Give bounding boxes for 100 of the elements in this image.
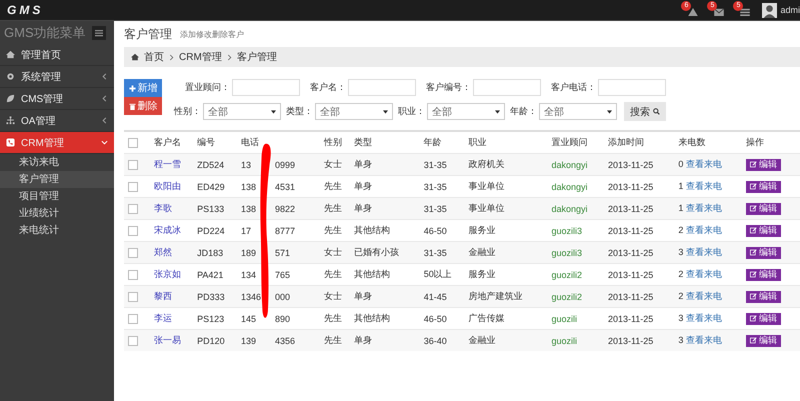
edit-icon [750, 315, 757, 322]
table-cell: dakongyi [551, 182, 588, 192]
sidebar-item[interactable]: CMS管理 [0, 88, 114, 110]
filter-select[interactable]: 全部 [203, 103, 281, 120]
table-cell: 事业单位 [468, 203, 504, 213]
view-calls-link[interactable]: 查看来电 [686, 181, 722, 191]
edit-button[interactable]: 编辑 [746, 290, 781, 302]
checkbox[interactable] [128, 248, 138, 258]
checkbox[interactable] [128, 314, 138, 324]
edit-button[interactable]: 编辑 [746, 224, 781, 236]
submenu-item[interactable]: 来电统计 [0, 222, 114, 239]
page-subtitle: 添加修改删除客户 [180, 28, 244, 40]
view-calls-link[interactable]: 查看来电 [686, 291, 722, 301]
customer-name-link[interactable]: 李歌 [154, 203, 172, 213]
gear-icon [6, 72, 15, 81]
filter-input[interactable] [473, 79, 541, 96]
table-cell: 其他结构 [354, 313, 390, 323]
table-cell: PS133 [197, 204, 224, 214]
edit-button[interactable]: 编辑 [746, 158, 781, 170]
sidebar-item[interactable]: 系统管理 [0, 66, 114, 88]
phone-fragment: 189 [240, 248, 257, 258]
table-cell: 2013-11-25 [608, 226, 654, 236]
user-name[interactable]: admi [780, 5, 800, 15]
view-calls-link[interactable]: 查看来电 [686, 247, 722, 257]
view-calls-link[interactable]: 查看来电 [686, 225, 722, 235]
customer-name-link[interactable]: 宋成冰 [154, 225, 181, 235]
table-cell: 单身 [354, 335, 372, 345]
customer-name-link[interactable]: 李运 [154, 313, 172, 323]
table-cell: 2013-11-25 [608, 292, 654, 302]
checkbox[interactable] [128, 270, 138, 280]
submenu-item[interactable]: 客户管理 [0, 171, 114, 188]
table-cell: 其他结构 [354, 225, 390, 235]
table-cell: 先生 [324, 225, 342, 235]
table-cell: 金融业 [468, 247, 496, 257]
edit-icon [750, 227, 757, 234]
filter-label: 客户电话： [551, 81, 596, 94]
breadcrumb-link[interactable]: 首页 [144, 50, 164, 64]
checkbox[interactable] [128, 182, 138, 192]
customer-name-link[interactable]: 郑然 [154, 247, 172, 257]
edit-button[interactable]: 编辑 [746, 202, 781, 214]
edit-button[interactable]: 编辑 [746, 268, 781, 280]
filter-select[interactable]: 全部 [427, 103, 505, 120]
table-cell: PD333 [197, 292, 225, 302]
submenu-item[interactable]: 项目管理 [0, 188, 114, 205]
table-cell: guozili [551, 336, 577, 346]
search-icon [653, 108, 660, 115]
filter-select[interactable]: 全部 [539, 103, 617, 120]
add-button[interactable]: 新增 [124, 79, 162, 97]
breadcrumb-link[interactable]: CRM管理 [179, 50, 222, 64]
table-cell: 女士 [324, 159, 342, 169]
avatar-icon[interactable] [762, 2, 778, 18]
submenu-item[interactable]: 业绩统计 [0, 205, 114, 222]
edit-button[interactable]: 编辑 [746, 312, 781, 324]
envelope-icon[interactable] [714, 8, 724, 16]
customer-name-link[interactable]: 程一雪 [154, 159, 181, 169]
edit-button[interactable]: 编辑 [746, 180, 781, 192]
table-cell: guozili2 [551, 292, 582, 302]
submenu-item[interactable]: 来访来电 [0, 154, 114, 171]
table-cell: 2013-11-25 [608, 270, 654, 280]
edit-button[interactable]: 编辑 [746, 246, 781, 258]
customer-name-link[interactable]: 欧阳由 [154, 181, 181, 191]
table-cell: 2013-11-25 [608, 204, 654, 214]
view-calls-link[interactable]: 查看来电 [686, 269, 722, 279]
sidebar-item[interactable]: CRM管理 [0, 132, 114, 154]
table-cell: 单身 [354, 181, 372, 191]
phone-fragment: 1346 [240, 292, 261, 302]
caret-icon [607, 110, 612, 114]
checkbox[interactable] [128, 226, 138, 236]
checkbox[interactable] [128, 292, 138, 302]
table-cell: 政府机关 [468, 159, 504, 169]
filter-input[interactable] [232, 79, 300, 96]
customer-name-link[interactable]: 张一易 [154, 335, 181, 345]
customer-name-link[interactable]: 张京如 [154, 269, 181, 279]
edit-button[interactable]: 编辑 [746, 334, 781, 346]
table-cell: 广告传媒 [468, 313, 504, 323]
sidebar-item[interactable]: 管理首页 [0, 44, 114, 66]
checkbox[interactable] [128, 138, 138, 148]
view-calls-link[interactable]: 查看来电 [686, 313, 722, 323]
checkbox[interactable] [128, 204, 138, 214]
view-calls-link[interactable]: 查看来电 [686, 159, 722, 169]
list-icon[interactable] [740, 8, 750, 16]
menu-icon[interactable] [92, 26, 106, 40]
warning-icon[interactable] [688, 8, 698, 16]
search-button[interactable]: 搜索 [624, 102, 666, 121]
delete-button[interactable]: 删除 [124, 97, 162, 115]
filter-input[interactable] [348, 79, 416, 96]
checkbox[interactable] [128, 160, 138, 170]
view-calls-link[interactable]: 查看来电 [686, 203, 722, 213]
checkbox[interactable] [128, 336, 138, 346]
table-cell: 房地产建筑业 [468, 291, 522, 301]
table-cell: 50以上 [424, 269, 452, 279]
filter-label: 类型： [286, 105, 313, 118]
filter-select[interactable]: 全部 [315, 103, 393, 120]
customer-name-link[interactable]: 黎西 [154, 291, 172, 301]
table-cell: 其他结构 [354, 269, 390, 279]
view-calls-link[interactable]: 查看来电 [686, 335, 722, 345]
phone-fragment: 4531 [274, 182, 295, 192]
phone-fragment: 571 [274, 248, 290, 258]
column-header: 客户名 [153, 132, 196, 154]
filter-input[interactable] [598, 79, 666, 96]
